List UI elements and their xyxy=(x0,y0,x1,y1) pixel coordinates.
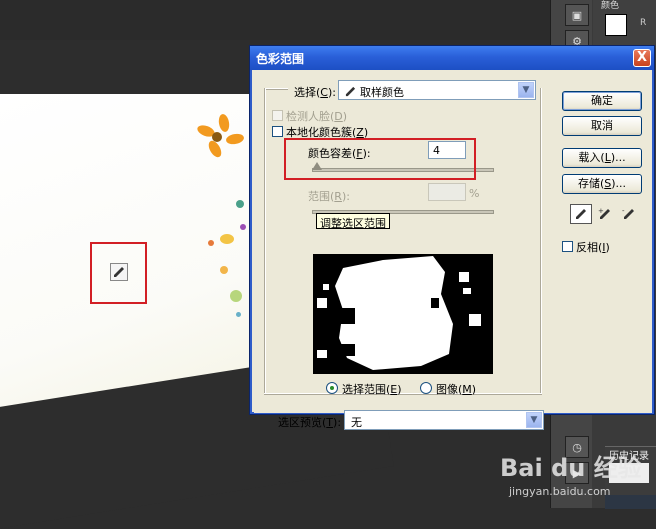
eyedropper-icon xyxy=(576,209,586,219)
decor-dot xyxy=(208,240,214,246)
fuzziness-highlight-box xyxy=(284,138,476,180)
range-input[interactable] xyxy=(428,183,466,201)
cancel-button[interactable]: 取消 xyxy=(562,116,642,136)
close-icon: X xyxy=(636,50,648,65)
decor-dot xyxy=(236,312,241,317)
selection-preview-label: 选区预览(T): xyxy=(278,416,342,429)
dialog-title: 色彩范围 xyxy=(256,52,305,66)
invert-label: 反相(I) xyxy=(576,241,610,254)
image-radio-label: 图像(M) xyxy=(436,383,477,396)
group-border xyxy=(264,88,288,90)
panel-cube-icon[interactable]: ▣ xyxy=(565,4,589,26)
group-border xyxy=(264,88,266,393)
decor-dot xyxy=(230,290,242,302)
range-label: 范围(R): xyxy=(308,190,350,203)
baidu-watermark: Bai du 经验 jingyan.baidu.com xyxy=(500,448,642,498)
flower-decoration xyxy=(225,132,245,146)
selection-preview[interactable] xyxy=(313,254,493,374)
workspace-top xyxy=(0,0,550,40)
eyedropper-highlight-box xyxy=(90,242,147,304)
eyedropper-cursor-icon xyxy=(110,263,128,281)
image-radio[interactable] xyxy=(420,382,432,394)
red-channel-label: R xyxy=(640,18,647,28)
eyedropper-plus-button[interactable]: + xyxy=(594,204,616,224)
color-panel-tab[interactable]: 颜色 xyxy=(601,0,635,11)
load-button[interactable]: 载入(L)... xyxy=(562,148,642,168)
selection-preview-dropdown[interactable]: 无 ▼ xyxy=(344,410,544,430)
eyedropper-icon xyxy=(345,86,356,97)
dialog-titlebar[interactable]: 色彩范围 X xyxy=(250,46,654,70)
eyedropper-minus-icon: - xyxy=(622,207,634,219)
watermark-brand: Bai du 经验 xyxy=(500,454,642,482)
foreground-color-swatch[interactable] xyxy=(605,14,627,36)
detect-faces-checkbox[interactable] xyxy=(272,110,283,121)
select-dropdown-value: 取样颜色 xyxy=(345,84,404,100)
flower-center xyxy=(212,132,222,142)
decor-dot xyxy=(240,224,246,230)
decor-dot xyxy=(220,266,228,274)
group-border xyxy=(540,88,542,393)
selection-radio[interactable] xyxy=(326,382,338,394)
save-button[interactable]: 存储(S)... xyxy=(562,174,642,194)
selection-radio-label: 选择范围(E) xyxy=(342,383,402,396)
svg-text:-: - xyxy=(622,207,625,215)
close-button[interactable]: X xyxy=(633,49,651,67)
svg-text:+: + xyxy=(598,207,604,215)
select-label: 选择(C): xyxy=(294,86,336,99)
eyedropper-plus-icon: + xyxy=(598,207,610,219)
chevron-down-icon[interactable]: ▼ xyxy=(526,412,542,428)
select-dropdown[interactable]: 取样颜色 ▼ xyxy=(338,80,536,100)
selection-mask-shape xyxy=(313,254,493,374)
flower-decoration xyxy=(217,113,231,133)
localized-clusters-checkbox[interactable] xyxy=(272,126,283,137)
color-range-dialog: 色彩范围 X 选择(C): 取样颜色 ▼ 检测人脸(D) 本地化颜色簇(Z) 颜… xyxy=(249,45,655,430)
invert-checkbox[interactable] xyxy=(562,241,573,252)
ok-button[interactable]: 确定 xyxy=(562,91,642,111)
history-panel-footer xyxy=(605,495,656,509)
tooltip: 调整选区范围 xyxy=(316,213,390,230)
watermark-site: jingyan.baidu.com xyxy=(509,485,611,498)
decor-dot xyxy=(236,200,244,208)
selection-preview-value: 无 xyxy=(351,416,362,429)
range-unit: % xyxy=(469,187,480,200)
decor-dot xyxy=(220,234,234,244)
group-border xyxy=(264,393,542,395)
eyedropper-minus-button[interactable]: - xyxy=(618,204,640,224)
detect-faces-label: 检测人脸(D) xyxy=(286,110,348,123)
chevron-down-icon[interactable]: ▼ xyxy=(518,82,534,98)
eyedropper-tool-button[interactable] xyxy=(570,204,592,224)
dialog-body: 选择(C): 取样颜色 ▼ 检测人脸(D) 本地化颜色簇(Z) 颜色容差(F):… xyxy=(254,70,652,430)
